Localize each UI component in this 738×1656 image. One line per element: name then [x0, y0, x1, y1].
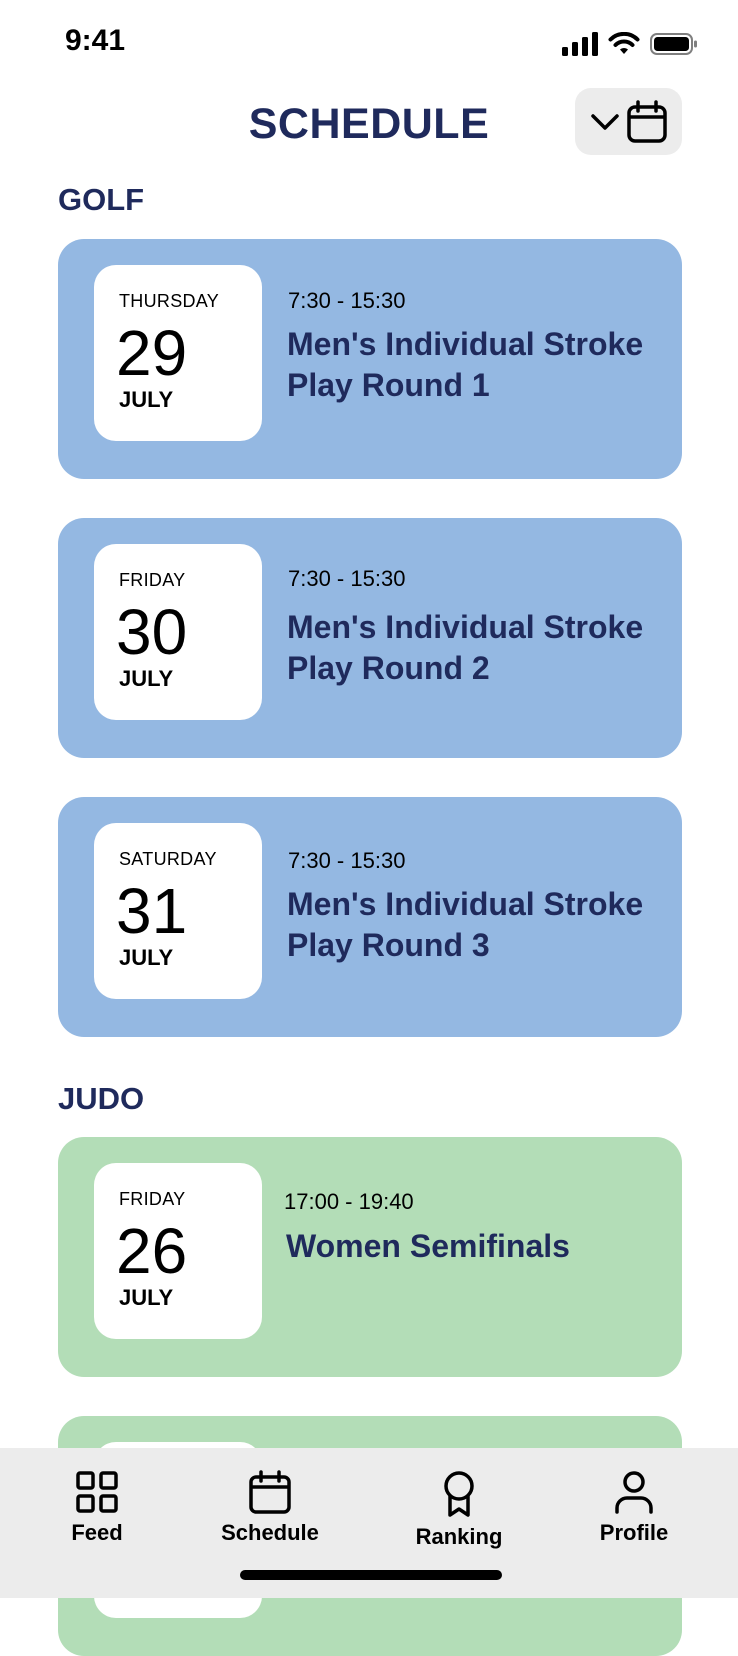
event-card[interactable]: FRIDAY 26 JULY 17:00 - 19:40 Women Semif…	[58, 1137, 682, 1377]
calendar-filter-button[interactable]	[575, 88, 682, 155]
tab-label: Profile	[599, 1520, 669, 1545]
event-month: JULY	[119, 387, 174, 412]
event-day: 29	[116, 317, 188, 389]
event-day: 30	[116, 596, 188, 668]
calendar-icon	[626, 99, 667, 143]
section-title-golf: GOLF	[58, 182, 145, 217]
status-bar: 9:41	[0, 0, 738, 90]
tab-feed[interactable]: Feed	[27, 1470, 167, 1546]
section-title-judo: JUDO	[58, 1081, 145, 1116]
tab-schedule[interactable]: Schedule	[200, 1470, 340, 1546]
event-time: 7:30 - 15:30	[288, 848, 406, 873]
status-icons	[562, 32, 698, 56]
tab-label: Feed	[71, 1520, 123, 1545]
event-weekday: SATURDAY	[119, 849, 217, 869]
event-time: 17:00 - 19:40	[284, 1189, 414, 1214]
event-title: Women Semifinals	[286, 1228, 570, 1264]
date-box: THURSDAY 29 JULY	[94, 265, 262, 441]
tab-ranking[interactable]: Ranking	[389, 1470, 529, 1550]
tab-label: Schedule	[221, 1520, 319, 1545]
person-icon	[615, 1471, 653, 1514]
tab-label: Ranking	[415, 1524, 503, 1549]
event-month: JULY	[119, 1285, 174, 1310]
calendar-icon	[249, 1470, 291, 1514]
event-month: JULY	[119, 666, 174, 691]
event-time: 7:30 - 15:30	[288, 288, 406, 313]
chevron-down-icon	[590, 113, 619, 130]
event-title: Men's Individual Stroke Play Round 3	[287, 886, 644, 963]
event-title: Men's Individual Stroke Play Round 2	[287, 609, 644, 686]
event-day: 26	[116, 1215, 188, 1287]
signal-icon	[562, 32, 598, 56]
event-weekday: THURSDAY	[119, 291, 220, 311]
event-time: 7:30 - 15:30	[288, 566, 406, 591]
tab-profile[interactable]: Profile	[564, 1470, 704, 1546]
home-indicator	[240, 1570, 502, 1580]
event-weekday: FRIDAY	[119, 1189, 186, 1209]
status-time: 9:41	[65, 24, 126, 57]
event-weekday: FRIDAY	[119, 570, 186, 590]
event-card[interactable]: SATURDAY 31 JULY 7:30 - 15:30 Men's Indi…	[58, 797, 682, 1037]
event-card[interactable]: THURSDAY 29 JULY 7:30 - 15:30 Men's Indi…	[58, 239, 682, 479]
header: SCHEDULE	[0, 88, 738, 158]
award-icon	[444, 1471, 474, 1517]
event-month: JULY	[119, 945, 174, 970]
event-card[interactable]: FRIDAY 30 JULY 7:30 - 15:30 Men's Indivi…	[58, 518, 682, 758]
date-box: FRIDAY 26 JULY	[94, 1163, 262, 1339]
event-title: Men's Individual Stroke Play Round 1	[287, 326, 644, 403]
event-day: 31	[116, 875, 188, 947]
date-box: FRIDAY 30 JULY	[94, 544, 262, 720]
date-box: SATURDAY 31 JULY	[94, 823, 262, 999]
grid-icon	[76, 1471, 118, 1513]
wifi-icon	[608, 32, 640, 54]
battery-icon	[650, 33, 697, 55]
